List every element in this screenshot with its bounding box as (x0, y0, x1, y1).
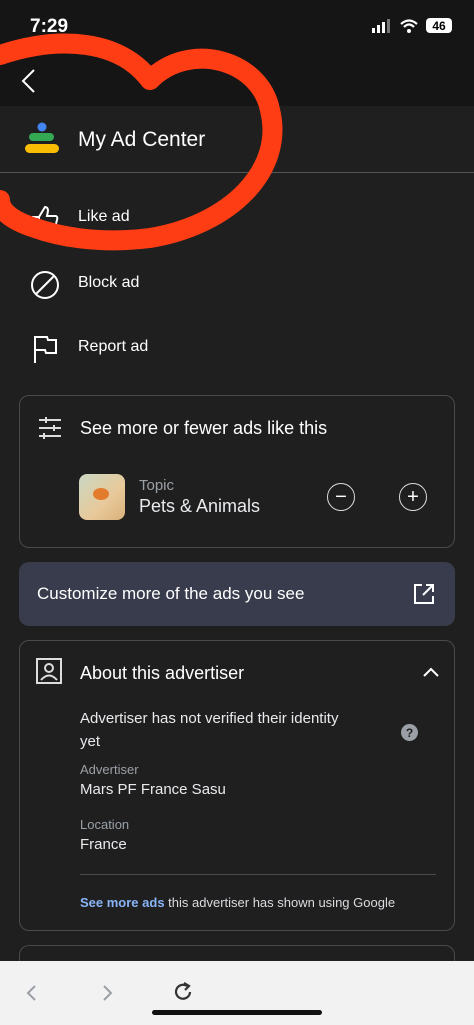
reload-icon[interactable] (172, 981, 194, 1003)
customize-label: Customize more of the ads you see (37, 584, 305, 603)
flag-icon (34, 336, 57, 363)
chevron-up-icon[interactable] (422, 666, 440, 678)
tune-icon (39, 417, 61, 439)
browser-toolbar (0, 961, 474, 1025)
location-label: Location (80, 817, 130, 832)
advertiser-label: Advertiser (80, 762, 139, 777)
like-ad-row[interactable]: Like ad (0, 188, 474, 250)
topic-thumbnail (79, 474, 125, 520)
topic-label: Topic (139, 477, 175, 494)
see-more-ads-link[interactable]: See more ads (80, 895, 165, 910)
block-icon (31, 271, 59, 299)
topic-value: Pets & Animals (139, 496, 261, 516)
see-more-title: See more or fewer ads like this (80, 418, 328, 438)
more-ads-button[interactable]: + (399, 483, 427, 511)
status-icons: 46 (372, 18, 452, 33)
battery-icon: 46 (426, 18, 452, 33)
page-title: My Ad Center (78, 128, 206, 151)
ad-center-logo-icon (25, 122, 59, 153)
wifi-icon (400, 18, 418, 33)
open-external-icon (414, 584, 434, 604)
status-bar: 7:29 46 (0, 0, 474, 58)
identity-line-2: yet (80, 733, 101, 750)
see-more-ads-suffix: this advertiser has shown using Google (164, 895, 396, 910)
about-advertiser-title: About this advertiser (80, 663, 245, 683)
plus-icon: + (407, 485, 419, 508)
back-arrow-icon[interactable] (14, 66, 44, 96)
block-ad-label: Block ad (78, 274, 140, 291)
report-ad-label: Report ad (78, 338, 149, 355)
thumbs-up-icon (32, 205, 59, 233)
identity-line-1: Advertiser has not verified their identi… (80, 710, 339, 727)
status-time: 7:29 (30, 16, 69, 37)
like-ad-label: Like ad (78, 208, 130, 225)
advertiser-value: Mars PF France Sasu (80, 781, 226, 798)
header: My Ad Center (0, 106, 474, 173)
about-advertiser-card: About this advertiser Advertiser has not… (19, 640, 455, 931)
home-indicator (152, 1010, 322, 1015)
see-more-card: See more or fewer ads like this Topic Pe… (19, 395, 455, 548)
location-value: France (80, 836, 127, 853)
help-icon[interactable]: ? (401, 724, 418, 741)
browser-back-icon[interactable] (24, 984, 38, 1002)
signal-icon (372, 18, 390, 33)
report-ad-row[interactable]: Report ad (0, 318, 474, 380)
advertiser-icon (36, 658, 62, 684)
browser-forward-icon[interactable] (101, 984, 115, 1002)
fewer-ads-button[interactable]: − (327, 483, 355, 511)
top-nav (0, 58, 474, 106)
divider (80, 874, 436, 875)
customize-ads-button[interactable]: Customize more of the ads you see (19, 562, 455, 626)
minus-icon: − (335, 485, 347, 508)
block-ad-row[interactable]: Block ad (0, 254, 474, 316)
see-more-ads-text: See more ads this advertiser has shown u… (80, 895, 395, 910)
